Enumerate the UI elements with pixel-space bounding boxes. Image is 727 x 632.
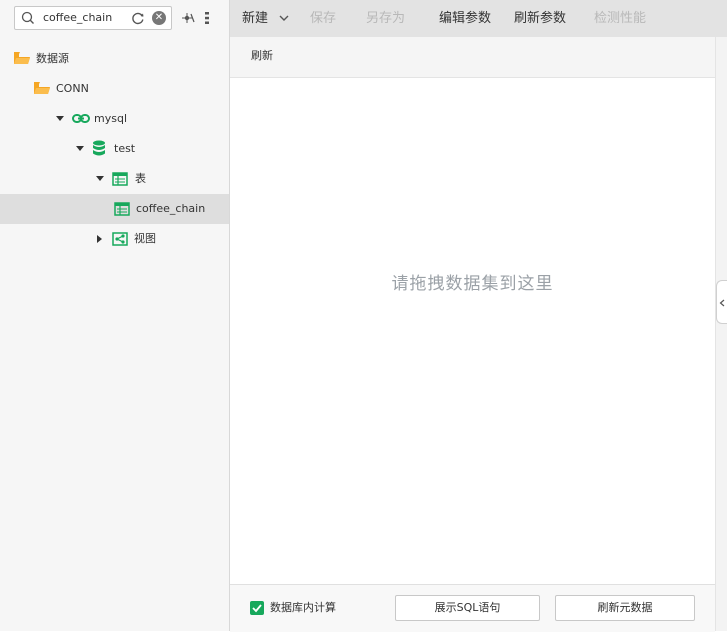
datasource-tree-panel: coffee_chain ✕ 数据源 CONN mysql test 表 cof… [0, 0, 230, 631]
new-button[interactable]: 新建 [242, 11, 268, 27]
save-as-button[interactable]: 另存为 [366, 11, 405, 27]
refresh-search-icon[interactable] [131, 11, 145, 25]
tree-label: 表 [135, 172, 146, 185]
search-icon [21, 11, 34, 24]
save-button[interactable]: 保存 [310, 11, 336, 27]
locate-icon[interactable] [181, 11, 195, 25]
more-menu-icon[interactable] [203, 11, 211, 25]
main-toolbar: 新建 保存 另存为 编辑参数 刷新参数 检测性能 [230, 0, 727, 37]
link-icon [72, 114, 90, 123]
refresh-button[interactable]: 刷新 [251, 49, 273, 63]
search-input[interactable]: coffee_chain [43, 11, 112, 25]
tree-label: 视图 [134, 232, 156, 245]
folder-open-icon [34, 82, 50, 94]
tree-node-tables[interactable]: 表 [0, 164, 229, 194]
table-icon [114, 202, 130, 216]
tree-label: mysql [94, 112, 127, 125]
right-side-strip [715, 37, 727, 631]
tree-label: CONN [56, 82, 89, 95]
sub-toolbar: 刷新 [230, 37, 715, 78]
check-performance-button[interactable]: 检测性能 [594, 11, 646, 27]
view-icon [112, 232, 128, 246]
tree-node-test[interactable]: test [0, 134, 229, 164]
edit-params-button[interactable]: 编辑参数 [439, 11, 491, 27]
refresh-params-button[interactable]: 刷新参数 [514, 11, 566, 27]
in-db-calc-checkbox[interactable] [250, 601, 264, 615]
drop-hint: 请拖拽数据集到这里 [391, 274, 554, 294]
folder-open-icon [14, 52, 30, 64]
expand-arrow-down-icon[interactable] [55, 115, 65, 123]
database-icon [93, 140, 105, 156]
search-box[interactable]: coffee_chain ✕ [14, 6, 172, 30]
table-icon [112, 172, 128, 186]
chevron-down-icon[interactable] [279, 15, 289, 22]
tree-node-conn[interactable]: CONN [0, 74, 229, 104]
tree-node-datasource[interactable]: 数据源 [0, 44, 229, 74]
show-sql-button[interactable]: 展示SQL语句 [395, 595, 540, 621]
bottom-bar: 数据库内计算 展示SQL语句 刷新元数据 [230, 584, 715, 632]
tree-label: 数据源 [36, 52, 69, 65]
checkmark-icon [252, 604, 262, 613]
tree-node-views[interactable]: 视图 [0, 224, 229, 254]
tree-node-coffee-chain[interactable]: coffee_chain [0, 194, 229, 224]
clear-search-icon[interactable]: ✕ [152, 11, 166, 25]
expand-arrow-down-icon[interactable] [75, 145, 85, 153]
tree-label: test [114, 142, 136, 155]
refresh-metadata-button[interactable]: 刷新元数据 [555, 595, 695, 621]
tree-node-mysql[interactable]: mysql [0, 104, 229, 134]
tree-label: coffee_chain [136, 202, 206, 215]
chevron-left-icon [719, 299, 725, 307]
expand-arrow-right-icon[interactable] [96, 234, 104, 244]
in-db-calc-label: 数据库内计算 [270, 601, 336, 614]
dataset-drop-area[interactable]: 请拖拽数据集到这里 [230, 78, 715, 584]
collapse-panel-handle[interactable] [716, 280, 727, 324]
expand-arrow-down-icon[interactable] [95, 175, 105, 183]
